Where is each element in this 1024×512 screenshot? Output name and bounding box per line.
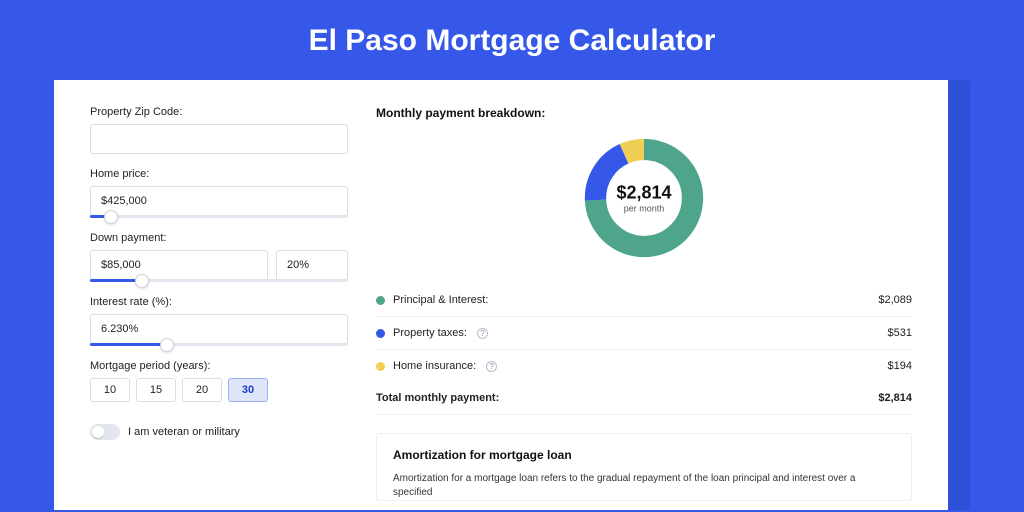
breakdown-column: Monthly payment breakdown: $2,814 per mo…	[376, 106, 912, 510]
donut-wrap: $2,814 per month	[376, 134, 912, 262]
period-btn-10[interactable]: 10	[90, 378, 130, 402]
down-payment-slider[interactable]	[90, 279, 348, 282]
veteran-toggle[interactable]	[90, 424, 120, 440]
interest-field: Interest rate (%):	[90, 296, 348, 346]
info-icon[interactable]: ?	[486, 361, 497, 372]
slider-thumb[interactable]	[104, 210, 118, 224]
home-price-input[interactable]	[90, 186, 348, 216]
legend-label: Principal & Interest:	[393, 294, 488, 306]
period-field: Mortgage period (years): 10152030	[90, 360, 348, 402]
period-btn-20[interactable]: 20	[182, 378, 222, 402]
period-label: Mortgage period (years):	[90, 360, 348, 372]
down-payment-field: Down payment:	[90, 232, 348, 282]
home-price-label: Home price:	[90, 168, 348, 180]
down-payment-label: Down payment:	[90, 232, 348, 244]
breakdown-title: Monthly payment breakdown:	[376, 106, 912, 120]
down-payment-input[interactable]	[90, 250, 268, 280]
interest-slider[interactable]	[90, 343, 348, 346]
legend-amount: $531	[888, 327, 912, 339]
toggle-knob	[92, 426, 104, 438]
zip-label: Property Zip Code:	[90, 106, 348, 118]
zip-input[interactable]	[90, 124, 348, 154]
zip-field: Property Zip Code:	[90, 106, 348, 154]
down-payment-pct-input[interactable]	[276, 250, 348, 280]
total-amount: $2,814	[878, 392, 912, 404]
veteran-row: I am veteran or military	[90, 424, 348, 440]
legend-total-row: Total monthly payment: $2,814	[376, 382, 912, 415]
amortization-title: Amortization for mortgage loan	[393, 448, 895, 462]
total-label: Total monthly payment:	[376, 392, 499, 404]
calculator-card: Property Zip Code: Home price: Down paym…	[54, 80, 948, 510]
legend-dot	[376, 296, 385, 305]
home-price-slider[interactable]	[90, 215, 348, 218]
period-options: 10152030	[90, 378, 348, 402]
legend-dot	[376, 362, 385, 371]
legend-amount: $2,089	[878, 294, 912, 306]
home-price-field: Home price:	[90, 168, 348, 218]
info-icon[interactable]: ?	[477, 328, 488, 339]
page-title: El Paso Mortgage Calculator	[0, 0, 1024, 80]
legend-amount: $194	[888, 360, 912, 372]
legend-row: Property taxes:? $531	[376, 317, 912, 350]
amortization-text: Amortization for a mortgage loan refers …	[393, 472, 895, 500]
amortization-card: Amortization for mortgage loan Amortizat…	[376, 433, 912, 501]
legend-label: Home insurance:	[393, 360, 476, 372]
veteran-label: I am veteran or military	[128, 426, 240, 438]
interest-input[interactable]	[90, 314, 348, 344]
period-btn-30[interactable]: 30	[228, 378, 268, 402]
legend-list: Principal & Interest: $2,089 Property taxe…	[376, 284, 912, 382]
slider-thumb[interactable]	[135, 274, 149, 288]
donut-sub: per month	[616, 204, 671, 214]
period-btn-15[interactable]: 15	[136, 378, 176, 402]
slider-fill	[90, 343, 167, 346]
legend-row: Home insurance:? $194	[376, 350, 912, 382]
legend-dot	[376, 329, 385, 338]
legend-row: Principal & Interest: $2,089	[376, 284, 912, 317]
legend-label: Property taxes:	[393, 327, 467, 339]
payment-donut-chart: $2,814 per month	[580, 134, 708, 262]
inputs-column: Property Zip Code: Home price: Down paym…	[90, 106, 348, 510]
donut-center: $2,814 per month	[616, 183, 671, 214]
interest-label: Interest rate (%):	[90, 296, 348, 308]
slider-thumb[interactable]	[160, 338, 174, 352]
card-shadow: Property Zip Code: Home price: Down paym…	[54, 80, 970, 510]
donut-amount: $2,814	[616, 183, 671, 204]
